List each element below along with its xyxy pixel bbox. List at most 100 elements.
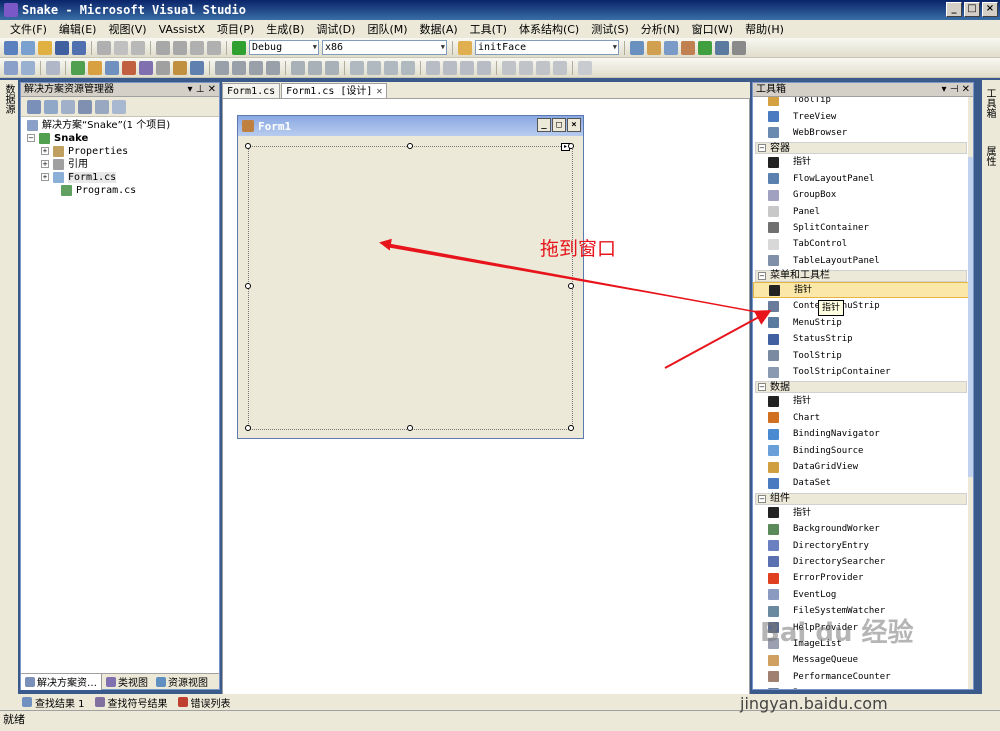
toolbox-item[interactable]: Panel bbox=[753, 203, 969, 219]
properties-icon[interactable] bbox=[27, 99, 41, 114]
toolbox-item[interactable]: ErrorProvider bbox=[753, 570, 969, 586]
navigate-forward-icon[interactable] bbox=[207, 40, 221, 55]
text-icon[interactable] bbox=[156, 60, 170, 75]
class-diagram-icon[interactable] bbox=[112, 99, 126, 114]
dropdown-icon[interactable]: ▾ bbox=[941, 84, 946, 95]
toolbox-item[interactable]: WebBrowser bbox=[753, 125, 969, 141]
navigate-back-icon[interactable] bbox=[190, 40, 204, 55]
make-same-size-icon[interactable] bbox=[367, 60, 381, 75]
tree-item-properties[interactable]: + Properties bbox=[21, 145, 219, 158]
toolbox-category[interactable]: − 组件 bbox=[755, 492, 967, 505]
add-item-icon[interactable] bbox=[21, 40, 35, 55]
toolbox-category[interactable]: − 菜单和工具栏 bbox=[755, 269, 967, 282]
toolbox-item[interactable]: MessageQueue bbox=[753, 652, 969, 668]
collapse-icon[interactable]: − bbox=[758, 383, 766, 392]
menu-item[interactable]: 数据(A) bbox=[414, 21, 464, 37]
close-tab-icon[interactable]: ✕ bbox=[376, 84, 382, 99]
toolbox-category[interactable]: − 容器 bbox=[755, 142, 967, 155]
make-same-width-icon[interactable] bbox=[325, 60, 339, 75]
tab-form1-designer[interactable]: Form1.cs [设计] ✕ bbox=[281, 83, 388, 99]
find-in-files-icon[interactable] bbox=[458, 40, 472, 55]
size-to-grid-icon[interactable] bbox=[384, 60, 398, 75]
find-combo[interactable]: initFace bbox=[475, 40, 619, 55]
close-icon[interactable]: ✕ bbox=[962, 84, 970, 95]
tab-class-view[interactable]: 类视图 bbox=[102, 674, 152, 690]
toolbox-item[interactable]: TableLayoutPanel bbox=[753, 253, 969, 269]
align-rights-icon[interactable] bbox=[249, 60, 263, 75]
extension-manager-icon[interactable] bbox=[715, 40, 729, 55]
checkbox-icon[interactable] bbox=[71, 60, 85, 75]
center-horizontally-icon[interactable] bbox=[502, 60, 516, 75]
show-all-files-icon[interactable] bbox=[44, 99, 58, 114]
tree-item-references[interactable]: + 引用 bbox=[21, 158, 219, 171]
menu-item[interactable]: 帮助(H) bbox=[739, 21, 790, 37]
increase-spacing-icon[interactable] bbox=[426, 60, 440, 75]
menu-item[interactable]: 调试(D) bbox=[310, 21, 361, 37]
tab-resource-view[interactable]: 资源视图 bbox=[152, 674, 212, 690]
toolbox-item[interactable]: FlowLayoutPanel bbox=[753, 171, 969, 187]
object-browser-icon[interactable] bbox=[664, 40, 678, 55]
toolbox-item[interactable]: DirectorySearcher bbox=[753, 554, 969, 570]
solution-explorer-icon[interactable] bbox=[630, 40, 644, 55]
expand-icon[interactable]: + bbox=[41, 147, 49, 155]
close-button[interactable]: × bbox=[982, 2, 998, 17]
menu-item[interactable]: 分析(N) bbox=[635, 21, 686, 37]
view-code-icon[interactable] bbox=[78, 99, 92, 114]
toolbox-item[interactable]: DataGridView bbox=[753, 459, 969, 475]
comment-icon[interactable] bbox=[190, 60, 204, 75]
maximize-button[interactable]: □ bbox=[964, 2, 980, 17]
bring-to-front-icon[interactable] bbox=[536, 60, 550, 75]
resize-handle[interactable] bbox=[245, 283, 251, 289]
vertical-spacing-icon[interactable] bbox=[477, 60, 491, 75]
solution-config-combo[interactable]: Debug bbox=[249, 40, 319, 55]
menu-item[interactable]: 编辑(E) bbox=[53, 21, 103, 37]
toolbox-item[interactable]: StatusStrip bbox=[753, 331, 969, 347]
menu-item[interactable]: 项目(P) bbox=[211, 21, 260, 37]
align-centers-icon[interactable] bbox=[232, 60, 246, 75]
resize-handle[interactable] bbox=[407, 425, 413, 431]
pin-icon[interactable]: ⊣ bbox=[950, 84, 959, 95]
align-bottoms-icon[interactable] bbox=[308, 60, 322, 75]
align-grid-icon[interactable] bbox=[21, 60, 35, 75]
center-vertically-icon[interactable] bbox=[519, 60, 533, 75]
tab-find-results[interactable]: 查找结果 1 bbox=[22, 695, 85, 710]
tab-find-symbol-results[interactable]: 查找符号结果 bbox=[94, 695, 168, 710]
paste-icon[interactable] bbox=[131, 40, 145, 55]
decrease-spacing-icon[interactable] bbox=[443, 60, 457, 75]
tab-order-icon[interactable] bbox=[46, 60, 60, 75]
align-tops-icon[interactable] bbox=[266, 60, 280, 75]
menu-item[interactable]: 窗口(W) bbox=[686, 21, 739, 37]
form1-client-area[interactable]: ▸ bbox=[248, 143, 573, 430]
redo-icon[interactable] bbox=[173, 40, 187, 55]
view-designer-icon[interactable] bbox=[95, 99, 109, 114]
search-icon[interactable] bbox=[105, 60, 119, 75]
toolbox-item[interactable]: BindingNavigator bbox=[753, 426, 969, 442]
close-icon[interactable]: ✕ bbox=[208, 84, 216, 95]
toolbox-item[interactable]: 指针 bbox=[753, 505, 969, 521]
toolbox-side-tab[interactable]: 工具箱 bbox=[984, 88, 997, 118]
toolbox-item[interactable]: SplitContainer bbox=[753, 220, 969, 236]
menu-item[interactable]: 工具(T) bbox=[464, 21, 513, 37]
horizontal-spacing-icon[interactable] bbox=[401, 60, 415, 75]
resize-handle[interactable] bbox=[407, 143, 413, 149]
resize-handle[interactable] bbox=[568, 283, 574, 289]
bookmark-icon[interactable] bbox=[122, 60, 136, 75]
undo-icon[interactable] bbox=[156, 40, 170, 55]
toolbox-item[interactable]: DataSet bbox=[753, 475, 969, 491]
resize-handle[interactable] bbox=[568, 425, 574, 431]
scrollbar-thumb[interactable] bbox=[968, 157, 973, 477]
toolbox-item[interactable]: ToolStripContainer bbox=[753, 364, 969, 380]
solution-platform-combo[interactable]: x86 bbox=[322, 40, 447, 55]
toolbox-item[interactable]: EventLog bbox=[753, 587, 969, 603]
expand-icon[interactable]: + bbox=[41, 173, 49, 181]
collapse-icon[interactable]: − bbox=[758, 144, 766, 153]
save-all-icon[interactable] bbox=[72, 40, 86, 55]
toolbox-item[interactable]: BindingSource bbox=[753, 442, 969, 458]
spell-check-icon[interactable] bbox=[173, 60, 187, 75]
start-page-icon[interactable] bbox=[698, 40, 712, 55]
collapse-icon[interactable]: − bbox=[758, 271, 766, 280]
open-folder-icon[interactable] bbox=[38, 40, 52, 55]
menu-item[interactable]: 团队(M) bbox=[361, 21, 413, 37]
data-sources-tab[interactable]: 数据源 bbox=[2, 84, 16, 114]
tree-item-form1[interactable]: + Form1.cs bbox=[21, 171, 219, 184]
